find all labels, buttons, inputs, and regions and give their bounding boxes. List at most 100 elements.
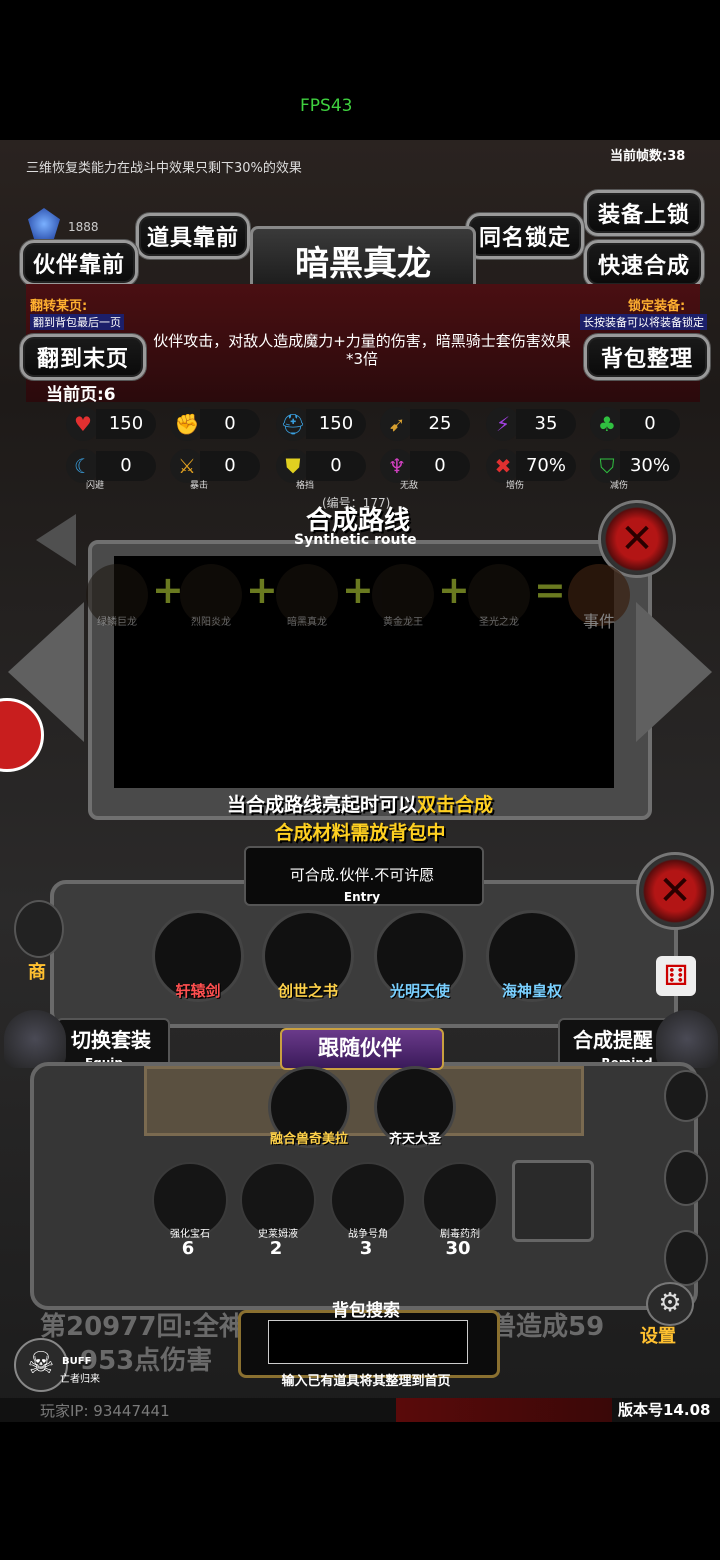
synth-remind-title[interactable]: 合成提醒 <box>558 1024 668 1053</box>
material-slot[interactable]: 战争号角 <box>330 1162 406 1240</box>
plus-icon: + <box>246 568 278 612</box>
player-ip: 玩家IP: 93447441 <box>40 1402 170 1420</box>
partner-slot[interactable]: 齐天大圣 <box>374 1066 456 1148</box>
switch-equip-title[interactable]: 切换套装 <box>56 1024 166 1053</box>
quick-synth-button[interactable]: 快速合成 <box>584 240 704 288</box>
stat-value: 70% <box>516 451 576 481</box>
last-page-button[interactable]: 翻到末页 <box>20 334 146 380</box>
helmet-icon: ⛑ <box>276 407 310 441</box>
material-slot[interactable]: 强化宝石 <box>152 1162 228 1240</box>
item-front-button[interactable]: 道具靠前 <box>136 213 250 259</box>
bag-search-hint: 输入已有道具将其整理到首页 <box>281 1374 451 1389</box>
route-item-label: 黄金龙王 <box>383 617 423 628</box>
material-count: 2 <box>269 1238 283 1259</box>
stat-item: ⚔ 0 暴击 <box>170 448 260 491</box>
equals-icon: = <box>534 568 566 612</box>
stat-item: ⚡ 35 <box>486 406 576 442</box>
stat-value: 0 <box>96 451 156 481</box>
shop-label[interactable]: 商 <box>28 958 46 984</box>
fps-counter: FPS43 <box>300 96 353 116</box>
synth-route-subtitle: Synthetic route <box>294 532 417 548</box>
route-item[interactable]: 暗黑真龙 <box>276 564 338 628</box>
stat-label: 闪避 <box>86 481 105 491</box>
material-slot[interactable]: 剧毒药剂 <box>422 1162 498 1240</box>
route-item-label: 圣光之龙 <box>479 617 519 628</box>
route-item-label: 烈阳炎龙 <box>191 617 231 628</box>
sort-bag-button[interactable]: 背包整理 <box>584 334 710 380</box>
battle-log-line-1-end: 兽造成59 <box>490 1312 605 1342</box>
stat-label: 无敌 <box>400 481 419 491</box>
settings-label[interactable]: 设置 <box>640 1322 676 1348</box>
partner-label: 融合兽奇美拉 <box>269 1132 348 1147</box>
follow-partner-title: 跟随伙伴 <box>318 1036 402 1060</box>
stat-label: 暴击 <box>190 481 209 491</box>
stat-value: 0 <box>410 451 470 481</box>
bag-search-input[interactable] <box>268 1320 468 1364</box>
material-count: 3 <box>359 1238 373 1259</box>
lightning-icon: ⚡ <box>486 407 520 441</box>
battle-log-line-1: 第20977回:全神贯 <box>40 1312 271 1342</box>
hint-line-1: 当合成路线亮起时可以双击合成 <box>0 790 720 817</box>
gear-slot[interactable]: 创世之书 <box>262 910 354 1002</box>
side-button-3[interactable] <box>664 1230 708 1286</box>
partner-slot[interactable]: 融合兽奇美拉 <box>268 1066 350 1148</box>
plus-icon: + <box>438 568 470 612</box>
material-slot[interactable]: 史莱姆液 <box>240 1162 316 1240</box>
partner-shelf <box>144 1066 584 1136</box>
notice-text: 三维恢复类能力在战斗中效果只剩下30%的效果 <box>26 161 302 176</box>
settings-icon[interactable]: ⚙ <box>646 1282 694 1326</box>
gear-slot[interactable]: 光明天使 <box>374 910 466 1002</box>
same-name-lock-button[interactable]: 同名锁定 <box>466 213 584 259</box>
stat-item: ✊ 0 <box>170 406 260 442</box>
route-item[interactable]: 黄金龙王 <box>372 564 434 628</box>
flip-page-desc: 翻到背包最后一页 <box>30 314 124 330</box>
item-title: 暗黑真龙 <box>295 244 431 284</box>
empty-slot[interactable] <box>512 1160 594 1242</box>
route-item[interactable]: 烈阳炎龙 <box>180 564 242 628</box>
equip-lock-button[interactable]: 装备上锁 <box>584 190 704 236</box>
stat-item: ⛉ 30% 减伤 <box>590 448 680 491</box>
lock-equip-title: 锁定装备: <box>628 299 686 314</box>
stat-value: 30% <box>620 451 680 481</box>
heart-icon: ♥ <box>66 407 100 441</box>
stat-value: 150 <box>96 409 156 439</box>
route-item[interactable]: 事件 <box>568 564 630 631</box>
stat-label: 减伤 <box>610 481 629 491</box>
route-item[interactable]: 圣光之龙 <box>468 564 530 628</box>
stat-item: ⛑ 150 <box>276 406 366 442</box>
strength-icon: ✊ <box>170 407 204 441</box>
buff-label: BUFF <box>62 1356 92 1367</box>
stat-label: 格挡 <box>296 481 315 491</box>
gear-slot[interactable]: 轩辕剑 <box>152 910 244 1002</box>
material-count: 6 <box>181 1238 195 1259</box>
stat-item: ♣ 0 <box>590 406 680 442</box>
side-button-2[interactable] <box>664 1150 708 1206</box>
stat-value: 25 <box>410 409 470 439</box>
crystal-count: 1888 <box>68 220 99 234</box>
route-item-label: 暗黑真龙 <box>287 617 327 628</box>
shop-icon[interactable] <box>14 900 64 958</box>
stat-value: 0 <box>200 451 260 481</box>
lock-equip-desc: 长按装备可以将装备锁定 <box>580 314 707 330</box>
up-left-arrow-icon <box>36 514 76 566</box>
hint-normal: 当合成路线亮起时可以 <box>226 794 417 816</box>
version: 版本号14.08 <box>618 1401 711 1419</box>
side-button-1[interactable] <box>664 1070 708 1122</box>
current-page: 当前页:6 <box>46 385 116 405</box>
route-item-label: 绿鳞巨龙 <box>97 617 137 628</box>
material-count: 30 <box>445 1238 471 1259</box>
partner-front-button[interactable]: 伙伴靠前 <box>20 240 138 286</box>
stat-value: 0 <box>200 409 260 439</box>
route-item[interactable]: 绿鳞巨龙 <box>86 564 148 628</box>
hint-line-2: 合成材料需放背包中 <box>274 822 446 844</box>
gear-slot[interactable]: 海神皇权 <box>486 910 578 1002</box>
close-entry-button[interactable]: ✕ <box>636 852 714 930</box>
right-arrow-icon[interactable] <box>636 602 712 742</box>
plus-icon: + <box>342 568 374 612</box>
stat-item: ✖ 70% 增伤 <box>486 448 576 491</box>
gear-label: 海神皇权 <box>501 982 562 1000</box>
plus-icon: + <box>152 568 184 612</box>
helmet-right-icon <box>656 1010 718 1068</box>
stat-item: ♥ 150 <box>66 406 156 442</box>
dice-icon[interactable]: ⚅ <box>656 956 696 996</box>
